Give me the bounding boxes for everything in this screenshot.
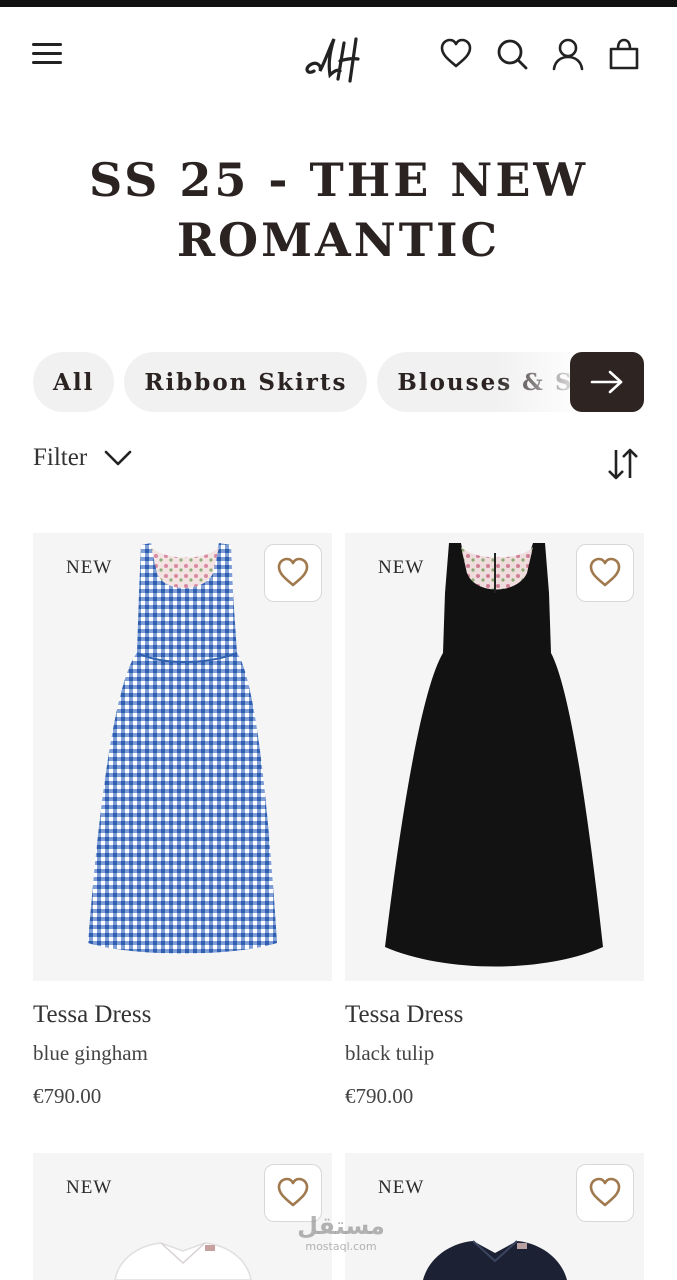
filter-label: Filter [33,444,88,471]
add-to-wishlist-button[interactable] [264,544,322,602]
chip-all[interactable]: All [33,352,115,412]
new-badge: NEW [378,557,425,578]
product-price: €790.00 [345,1084,414,1108]
product-card[interactable]: NEW [33,1153,332,1280]
product-color: black tulip [345,1041,435,1065]
new-badge: NEW [66,557,113,578]
product-image[interactable]: NEW [33,533,332,981]
site-header [0,7,677,99]
add-to-wishlist-button[interactable] [576,544,634,602]
heart-icon [589,1177,621,1207]
page-title: SS 25 - THE NEW ROMANTIC [88,153,589,267]
chips-next-button[interactable] [570,352,644,412]
product-card[interactable]: NEW [345,1153,644,1280]
heart-icon [277,557,309,587]
sort-button[interactable] [606,446,640,482]
product-image[interactable]: NEW [345,533,644,981]
add-to-wishlist-button[interactable] [576,1164,634,1222]
chip-ribbon-skirts[interactable]: Ribbon Skirts [124,352,368,412]
watermark-latin: mostaql.com [305,1240,377,1253]
new-badge: NEW [66,1177,113,1198]
brand-logo[interactable] [300,31,374,85]
product-image[interactable]: NEW [33,1153,332,1280]
product-image[interactable]: NEW [345,1153,644,1280]
shopping-bag-icon[interactable] [607,37,641,71]
filter-toolbar: Filter [33,444,644,484]
product-color: blue gingham [33,1041,148,1065]
chevron-down-icon [104,450,132,466]
product-card[interactable]: NEW Tessa Dress blue gingham €790.00 [33,533,332,1109]
arrow-right-icon [590,370,623,394]
watermark-arabic: مستقل [297,1212,385,1240]
user-icon[interactable] [551,37,585,71]
search-icon[interactable] [495,37,529,71]
new-badge: NEW [378,1177,425,1198]
watermark: مستقل mostaql.com [296,1212,386,1262]
product-card[interactable]: NEW Tessa Dress black tulip €790.00 [345,533,644,1109]
heart-icon[interactable] [439,37,473,71]
sort-arrows-icon [608,448,638,480]
product-name[interactable]: Tessa Dress [33,1001,332,1029]
heart-icon [589,557,621,587]
status-bar [0,0,677,7]
heart-icon [277,1177,309,1207]
product-name[interactable]: Tessa Dress [345,1001,644,1029]
filter-button[interactable]: Filter [33,444,133,472]
category-chips: All Ribbon Skirts Blouses & Shi [33,352,644,412]
hamburger-menu-icon[interactable] [32,41,64,67]
product-price: €790.00 [33,1084,102,1108]
